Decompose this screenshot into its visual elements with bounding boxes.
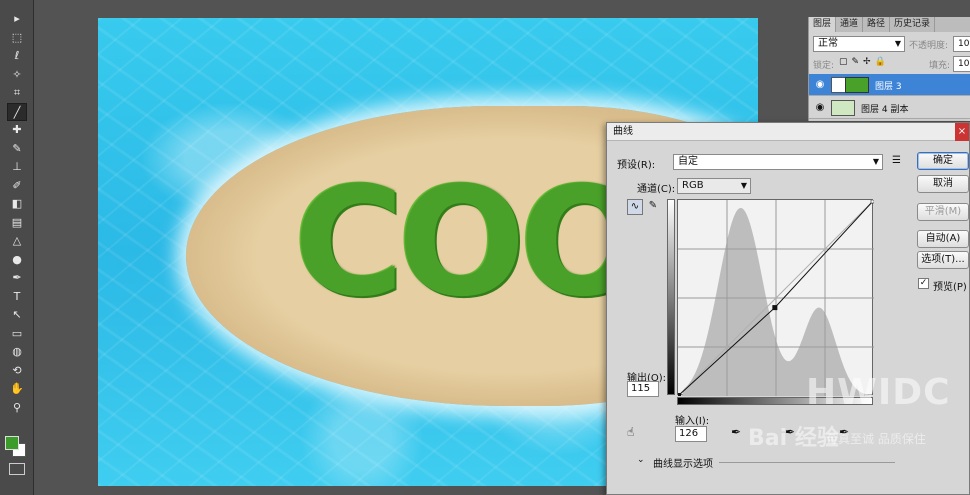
opacity-value: 100% — [958, 39, 970, 49]
lasso-icon[interactable]: ℓ — [7, 47, 27, 65]
expand-chevron-icon[interactable]: ⌄ — [637, 455, 645, 465]
curve-endpoint — [678, 393, 681, 396]
tools-panel: ▸ ⬚ ℓ ✧ ⌗ ╱ ✚ ✎ ⊥ ✐ ◧ ▤ △ ● ✒ T ↖ ▭ ◍ ⟲ ✋ ⚲ — [0, 0, 34, 495]
chevron-down-icon: ▼ — [872, 157, 879, 166]
type-icon[interactable]: T — [7, 288, 27, 306]
input-field[interactable]: 126 — [675, 426, 707, 442]
preview-label: 预览(P) — [933, 282, 967, 293]
opacity-label: 不透明度: — [909, 41, 949, 51]
input-value: 126 — [679, 428, 699, 439]
preset-select[interactable]: 自定 ▼ — [673, 154, 883, 170]
layer-thumbnail — [831, 100, 855, 116]
layer-mask-thumbnail — [845, 77, 869, 93]
options-button[interactable]: 选项(T)... — [917, 251, 969, 269]
blend-mode-select[interactable]: 正常 ▼ — [813, 36, 905, 52]
blend-mode-value: 正常 — [818, 38, 838, 49]
pencil-icon[interactable]: ✎ — [645, 199, 661, 215]
eraser-icon[interactable]: ◧ — [7, 195, 27, 213]
gradient-icon[interactable]: ▤ — [7, 214, 27, 232]
display-options-label[interactable]: 曲线显示选项 — [653, 455, 713, 470]
pen-icon[interactable]: ✒ — [7, 269, 27, 287]
tab-layers[interactable]: 图层 — [809, 17, 837, 32]
channel-value: RGB — [682, 180, 704, 191]
eye-icon[interactable]: ◉ — [813, 78, 827, 92]
grass-text: COO — [294, 156, 647, 330]
layers-panel: 图层 通道 路径 历史记录 正常 ▼ 不透明度: 100% 锁定: ▢✎✢🔒 填… — [808, 17, 970, 121]
3d-rotate-icon[interactable]: ◍ — [7, 343, 27, 361]
history-brush-icon[interactable]: ✐ — [7, 177, 27, 195]
lock-icons[interactable]: ▢✎✢🔒 — [839, 57, 890, 67]
layer-row[interactable]: ◉ 图层 4 副本 — [809, 97, 970, 119]
channel-select[interactable]: RGB ▼ — [677, 178, 751, 194]
hand-icon[interactable]: ✋ — [7, 380, 27, 398]
curve-svg — [678, 200, 874, 396]
layer-name: 图层 3 — [875, 82, 902, 92]
preset-label: 预设(R): — [617, 160, 656, 171]
watermark-slogan: 至真至诚 品质保住 — [826, 432, 926, 446]
brush-icon[interactable]: ✎ — [7, 140, 27, 158]
chevron-down-icon: ▼ — [740, 181, 747, 190]
fill-field[interactable]: 100% — [953, 56, 970, 72]
shape-icon[interactable]: ▭ — [7, 325, 27, 343]
fill-label: 填充: — [929, 61, 951, 71]
preset-value: 自定 — [678, 156, 698, 167]
watermark-brand: HWIDC — [806, 372, 951, 413]
chevron-down-icon: ▼ — [894, 39, 901, 48]
path-select-icon[interactable]: ↖ — [7, 306, 27, 324]
watermark-baidu: Bai 经验 — [748, 426, 839, 451]
channel-label: 通道(C): — [637, 184, 676, 195]
healing-brush-icon[interactable]: ✚ — [7, 121, 27, 139]
curve-point-tool-icon[interactable]: ∿ — [627, 199, 643, 215]
quick-mask-icon[interactable] — [9, 463, 25, 475]
eyedropper-icon[interactable]: ╱ — [7, 102, 27, 121]
smooth-button[interactable]: 平滑(M) — [917, 203, 969, 221]
eye-icon[interactable]: ◉ — [813, 101, 827, 115]
cancel-button[interactable]: 取消 — [917, 175, 969, 193]
lock-label: 锁定: — [813, 61, 835, 71]
fill-value: 100% — [958, 59, 970, 69]
marquee-icon[interactable]: ⬚ — [7, 29, 27, 47]
black-eyedropper-icon[interactable]: ✒ — [731, 425, 741, 439]
dodge-icon[interactable]: ● — [7, 251, 27, 269]
layer-name: 图层 4 副本 — [861, 105, 909, 115]
hand-adjust-icon[interactable]: ☝ — [627, 425, 634, 439]
dialog-title[interactable]: 曲线 — [607, 123, 969, 141]
tab-paths[interactable]: 路径 — [863, 17, 891, 32]
tab-channels[interactable]: 通道 — [836, 17, 864, 32]
close-icon[interactable]: × — [955, 123, 969, 141]
layer-row[interactable]: ◉ 图层 3 — [809, 74, 970, 96]
auto-button[interactable]: 自动(A) — [917, 230, 969, 248]
curve-graph[interactable] — [677, 199, 874, 396]
foreground-color-swatch[interactable] — [5, 436, 19, 450]
preset-options-icon[interactable]: ☰ — [892, 155, 901, 166]
opacity-field[interactable]: 100% — [953, 36, 970, 52]
divider — [719, 462, 895, 463]
3d-orbit-icon[interactable]: ⟲ — [7, 362, 27, 380]
curve-control-point — [772, 305, 778, 311]
zoom-icon[interactable]: ⚲ — [7, 399, 27, 417]
blur-icon[interactable]: △ — [7, 232, 27, 250]
move-icon[interactable]: ▸ — [7, 10, 27, 28]
tab-history[interactable]: 历史记录 — [890, 17, 936, 32]
curve-endpoint — [870, 200, 874, 204]
input-label: 输入(I): — [675, 416, 710, 427]
output-gradient — [667, 199, 675, 395]
preview-checkbox[interactable]: ✓ — [918, 278, 929, 289]
output-field[interactable]: 115 — [627, 381, 659, 397]
output-value: 115 — [631, 383, 651, 394]
panel-tabs: 图层 通道 路径 历史记录 — [809, 17, 970, 32]
crop-icon[interactable]: ⌗ — [7, 84, 27, 102]
stamp-icon[interactable]: ⊥ — [7, 158, 27, 176]
ok-button[interactable]: 确定 — [917, 152, 969, 170]
magic-wand-icon[interactable]: ✧ — [7, 66, 27, 84]
